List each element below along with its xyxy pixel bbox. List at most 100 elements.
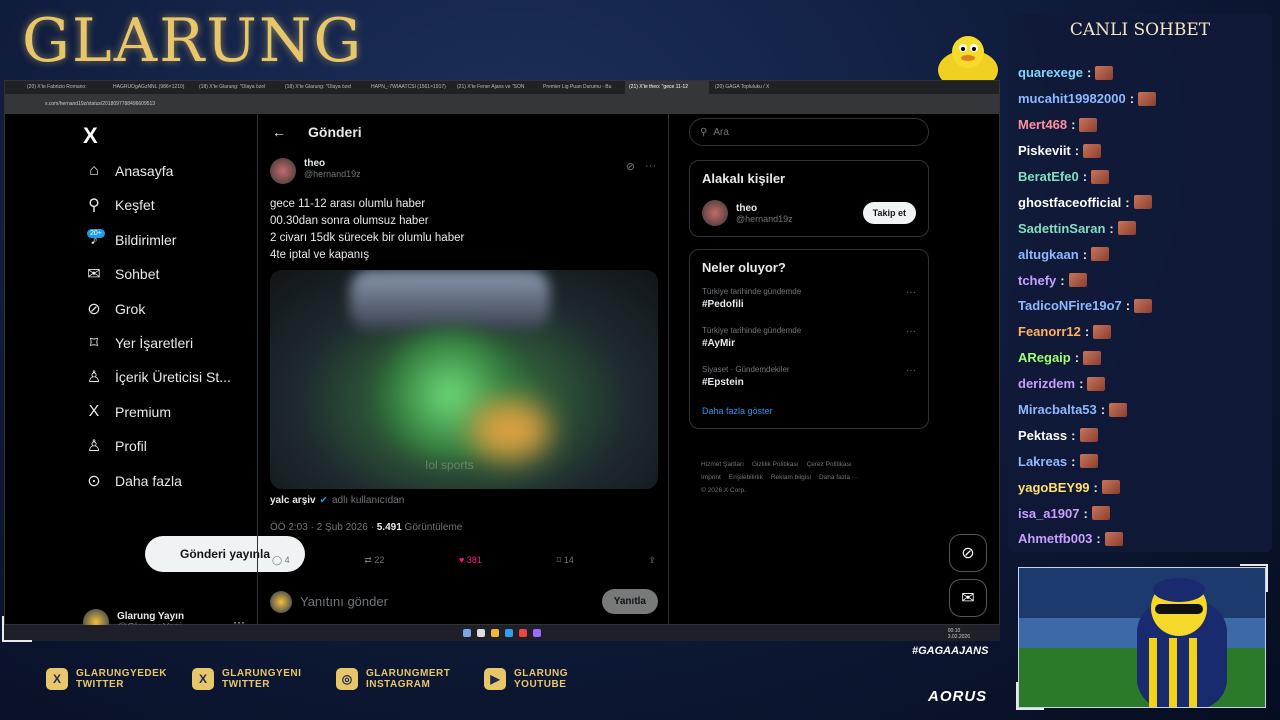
browser-tab[interactable]: (20) X'te Fabrizio Romano:	[23, 81, 107, 94]
chat-username[interactable]: BeratEfe0	[1018, 169, 1079, 184]
footer-link[interactable]: Daha fazla ···	[819, 474, 858, 481]
windows-start-icon[interactable]	[463, 629, 471, 637]
explorer-icon[interactable]	[491, 629, 499, 637]
browser-tab[interactable]: (18) X'te Glarung: "Olaya özel	[195, 81, 279, 94]
chat-username[interactable]: ghostfaceofficial	[1018, 195, 1121, 210]
reply-action[interactable]: ◯ 4	[272, 555, 290, 566]
trend-more-icon[interactable]: ···	[906, 365, 916, 376]
search-input[interactable]: ⚲ Ara	[689, 118, 929, 146]
messages-float-icon[interactable]: ✉	[949, 579, 987, 617]
trend-item[interactable]: Türkiye tarihinde gündemde #AyMir ···	[690, 318, 928, 357]
chat-username[interactable]: altugkaan	[1018, 247, 1079, 262]
trend-more-icon[interactable]: ···	[906, 287, 916, 298]
chat-username[interactable]: tchefy	[1018, 273, 1056, 288]
author-name[interactable]: theo	[304, 158, 361, 169]
nav-item-0[interactable]: ⌂ Anasayfa	[83, 156, 173, 186]
browser-tab[interactable]: Premier Lig Puan Durumu - Bu	[539, 81, 623, 94]
nav-item-7[interactable]: X Premium	[83, 397, 171, 427]
emote-icon	[1091, 506, 1110, 521]
footer-link[interactable]: Gizlilik Politikası	[752, 461, 799, 468]
video-source[interactable]: yalc arşiv ✔ adlı kullanıcıdan	[270, 495, 404, 506]
nav-item-5[interactable]: ⌑ Yer İşaretleri	[83, 328, 193, 358]
social-handle: GLARUNG	[514, 668, 569, 679]
like-action[interactable]: ♥ 381	[459, 555, 482, 566]
reply-button[interactable]: Yanıtla	[601, 589, 658, 614]
chat-username[interactable]: SadettinSaran	[1018, 221, 1105, 236]
app-icon[interactable]	[533, 629, 541, 637]
chat-username[interactable]: yagoBEY99	[1018, 480, 1090, 495]
author-handle[interactable]: @hernand19z	[304, 169, 361, 179]
nav-item-1[interactable]: ⚲ Keşfet	[83, 190, 155, 220]
show-more-link[interactable]: Daha fazla göster	[690, 396, 928, 428]
chat-message: ghostfaceofficial:	[1018, 189, 1156, 215]
person-avatar[interactable]	[702, 200, 728, 226]
chat-colon: :	[1100, 402, 1106, 418]
bookmark-action[interactable]: ⌑ 14	[557, 555, 574, 566]
person-name[interactable]: theo	[736, 203, 793, 214]
nav-item-label: Anasayfa	[115, 163, 174, 179]
address-bar[interactable]: x.com/hernand19z/status/2018097788496609…	[5, 94, 999, 114]
chat-username[interactable]: derizdem	[1018, 376, 1075, 391]
footer-link[interactable]: Hizmet Şartları	[701, 461, 744, 468]
grok-icon[interactable]: ⊘	[626, 160, 635, 173]
trend-more-icon[interactable]: ···	[906, 326, 916, 337]
chat-username[interactable]: isa_a1907	[1018, 506, 1079, 521]
browser-tab[interactable]: (18) X'te Glarung: "Olaya özel	[281, 81, 365, 94]
edge-icon[interactable]	[505, 629, 513, 637]
url-text: x.com/hernand19z/status/2018097788496609…	[45, 101, 156, 107]
repost-action[interactable]: ⇄ 22	[364, 555, 384, 566]
browser-tab[interactable]: (20) GAGA Topluluku / X	[711, 81, 795, 94]
author-avatar[interactable]	[270, 158, 296, 184]
chat-username[interactable]: Ahmetfb003	[1018, 531, 1092, 546]
nav-item-8[interactable]: ♙ Profil	[83, 431, 147, 461]
chat-username[interactable]: Piskeviit	[1018, 143, 1071, 158]
share-icon[interactable]: ⇪	[648, 555, 656, 566]
source-name[interactable]: yalc arşiv	[270, 495, 316, 506]
chat-username[interactable]: TadicoNFire19o7	[1018, 298, 1122, 313]
footer-link[interactable]: Imprint	[701, 474, 721, 481]
bookmark-icon: ⌑	[89, 335, 99, 352]
footer-link[interactable]: Reklam bilgisi	[771, 474, 811, 481]
chat-username[interactable]: Lakreas	[1018, 454, 1067, 469]
footer-link[interactable]: Çerez Politikası	[807, 461, 852, 468]
nav-item-3[interactable]: ✉ Sohbet	[83, 259, 159, 289]
trend-item[interactable]: Türkiye tarihinde gündemde #Pedofili ···	[690, 279, 928, 318]
trend-item[interactable]: Siyaset · Gündemdekiler #Epstein ···	[690, 357, 928, 396]
nav-item-2[interactable]: ♪ 20+ Bildirimler	[83, 225, 176, 255]
nav-item-6[interactable]: ♙ İçerik Üreticisi St...	[83, 362, 231, 392]
browser-tab[interactable]: (21) X'te theo: "gece 11-12	[625, 81, 709, 94]
post-meta: ÖÖ 2:03 · 2 Şub 2026 · 5.491 Görüntüleme	[270, 522, 462, 533]
view-label: Görüntüleme	[404, 522, 463, 533]
post-video[interactable]: Iol sports	[270, 270, 658, 489]
nav-item-9[interactable]: ⊙ Daha fazla	[83, 466, 182, 496]
footer-link[interactable]: Erişilebilirlik	[729, 474, 763, 481]
chat-username[interactable]: mucahit19982000	[1018, 91, 1126, 106]
chat-username[interactable]: quarexege	[1018, 65, 1083, 80]
chat-username[interactable]: Feanorr12	[1018, 324, 1081, 339]
chat-username[interactable]: Mert468	[1018, 117, 1067, 132]
browser-tab[interactable]: HAPN_-7WIAATCSI (1561×1917)	[367, 81, 451, 94]
chat-username[interactable]: ARegaip	[1018, 350, 1071, 365]
follow-button[interactable]: Takip et	[862, 202, 916, 224]
chat-message: BeratEfe0:	[1018, 164, 1156, 190]
chat-message: ARegaip:	[1018, 345, 1156, 371]
x-logo-icon[interactable]: X	[83, 123, 98, 149]
chrome-icon[interactable]	[519, 629, 527, 637]
more-icon[interactable]: ···	[645, 160, 656, 173]
browser-tab[interactable]: (21) X'te Fener Ajans ve "SON	[453, 81, 537, 94]
browser-tab[interactable]: HAGRUOgAGzNNL (986×1210)	[109, 81, 193, 94]
chat-username[interactable]: Miracbalta53	[1018, 402, 1097, 417]
chat-message: derizdem:	[1018, 371, 1156, 397]
back-arrow-icon[interactable]: ←	[272, 124, 286, 140]
search-taskbar-icon[interactable]	[477, 629, 485, 637]
nav-item-4[interactable]: ⊘ Grok	[83, 294, 145, 324]
taskbar-clock[interactable]: 00:10 3.02.2026	[948, 628, 970, 640]
chat-username[interactable]: Pektass	[1018, 428, 1067, 443]
reply-input[interactable]: Yanıtını gönder	[300, 594, 594, 609]
post-time[interactable]: ÖÖ 2:03 · 2 Şub 2026 ·	[270, 522, 374, 533]
relevant-person[interactable]: theo @hernand19z Takip et	[690, 190, 928, 236]
post-author[interactable]: theo @hernand19z	[270, 158, 361, 184]
grok-float-icon[interactable]: ⊘	[949, 534, 987, 572]
video-watermark: Iol sports	[425, 458, 474, 472]
chat-colon: :	[1060, 272, 1065, 288]
